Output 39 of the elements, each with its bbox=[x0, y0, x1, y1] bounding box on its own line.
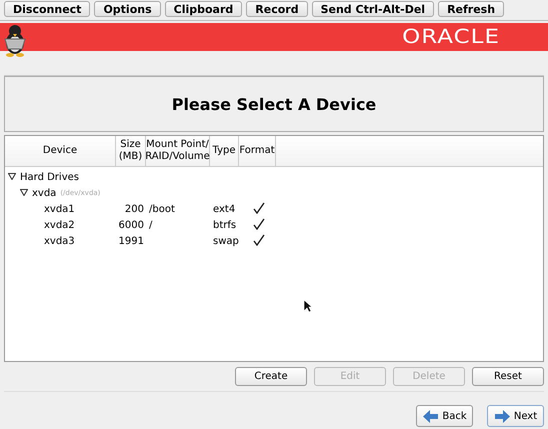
toolbar-button[interactable]: Refresh bbox=[438, 1, 504, 17]
device-name: xvda bbox=[32, 188, 56, 198]
column-header[interactable]: Type bbox=[210, 136, 239, 166]
next-button[interactable]: Next bbox=[487, 405, 544, 427]
device-name: xvda1 bbox=[44, 204, 75, 214]
action-button[interactable]: Create bbox=[235, 367, 307, 386]
size-cell: 200 bbox=[124, 204, 144, 214]
cursor-icon bbox=[303, 299, 313, 313]
mount-cell: / bbox=[149, 220, 152, 230]
column-header[interactable]: Mount Point/ RAID/Volume bbox=[146, 136, 210, 166]
check-icon[interactable] bbox=[252, 202, 266, 214]
back-button[interactable]: Back bbox=[416, 405, 473, 427]
type-cell: ext4 bbox=[213, 204, 236, 214]
size-cell: 1991 bbox=[118, 236, 144, 246]
type-cell: swap bbox=[213, 236, 239, 246]
toolbar-button[interactable]: Record bbox=[246, 1, 308, 17]
size-cell: 6000 bbox=[118, 220, 144, 230]
device-name: xvda3 bbox=[44, 236, 75, 246]
toolbar-button[interactable]: Disconnect bbox=[4, 1, 90, 17]
logo: ORACLE bbox=[402, 26, 500, 48]
device-name: Hard Drives bbox=[20, 172, 79, 182]
check-icon[interactable] bbox=[252, 218, 266, 230]
expander-icon[interactable] bbox=[8, 172, 16, 180]
toolbar-button[interactable]: Clipboard bbox=[164, 1, 242, 17]
right-arrow-icon bbox=[494, 410, 511, 422]
left-arrow-icon bbox=[422, 410, 440, 422]
column-header[interactable]: Device bbox=[5, 136, 116, 166]
toolbar-button[interactable]: Send Ctrl-Alt-Del bbox=[312, 1, 434, 17]
type-cell: btrfs bbox=[213, 220, 236, 230]
column-header[interactable]: Size (MB) bbox=[116, 136, 146, 166]
mount-cell: /boot bbox=[149, 204, 175, 214]
penguin-icon bbox=[2, 23, 28, 57]
device-name: xvda2 bbox=[44, 220, 75, 230]
column-header[interactable]: Format bbox=[239, 136, 276, 166]
action-button[interactable]: Reset bbox=[472, 367, 544, 386]
expander-icon[interactable] bbox=[20, 188, 28, 196]
toolbar-button[interactable]: Options bbox=[94, 1, 161, 17]
check-icon[interactable] bbox=[252, 234, 266, 246]
page-title: Please Select A Device bbox=[4, 76, 544, 132]
